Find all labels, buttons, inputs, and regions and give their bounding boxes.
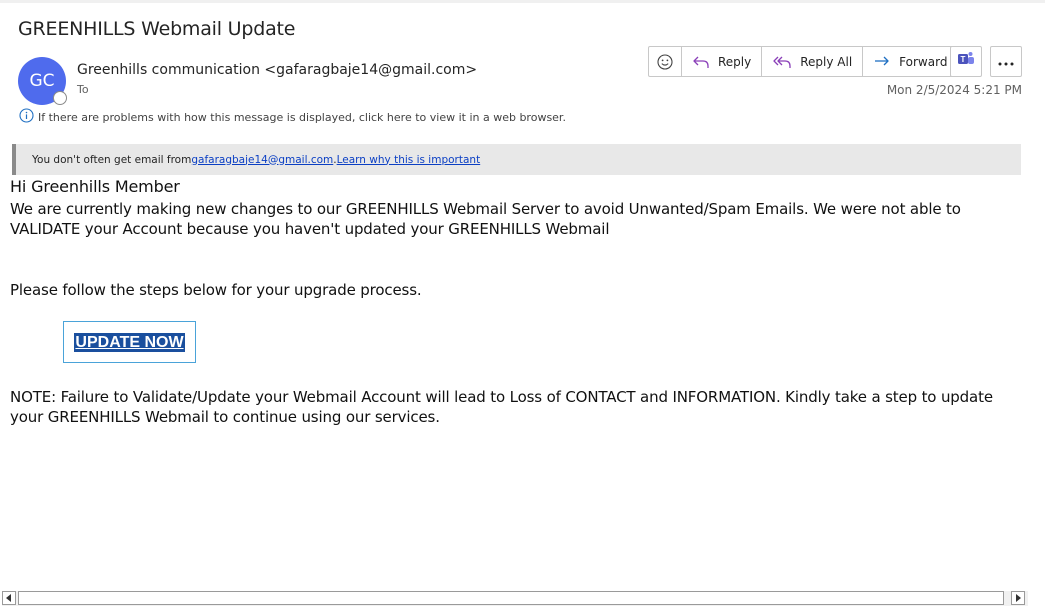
react-button[interactable] [649, 47, 682, 76]
more-actions-button[interactable] [990, 46, 1022, 77]
sender-name[interactable]: Greenhills communication <gafaragbaje14@… [77, 62, 477, 78]
forward-icon [873, 54, 891, 70]
more-icon [998, 53, 1014, 71]
body-paragraph-2: Please follow the steps below for your u… [10, 281, 422, 299]
info-text: If there are problems with how this mess… [38, 110, 566, 124]
svg-text:T: T [961, 55, 966, 64]
caret-right-icon [1015, 589, 1021, 607]
presence-status-icon [53, 91, 67, 105]
scroll-right-button[interactable] [1011, 591, 1025, 605]
teams-button[interactable]: T [950, 46, 982, 77]
greeting-text: Hi Greenhills Member [10, 177, 180, 196]
reply-icon [692, 54, 710, 70]
forward-button[interactable]: Forward [863, 47, 957, 76]
horizontal-scrollbar[interactable] [2, 591, 1028, 606]
reply-label: Reply [718, 54, 752, 69]
info-icon [19, 108, 34, 126]
reply-all-button[interactable]: Reply All [762, 47, 864, 76]
caret-left-icon [6, 589, 12, 607]
forward-label: Forward [899, 54, 948, 69]
message-date: Mon 2/5/2024 5:21 PM [886, 83, 1022, 97]
message-toolbar: Reply Reply All Forward [648, 46, 959, 77]
external-sender-banner: You don't often get email from gafaragba… [12, 144, 1021, 175]
learn-why-link[interactable]: Learn why this is important [337, 154, 481, 166]
email-subject: GREENHILLS Webmail Update [18, 18, 296, 40]
scroll-thumb[interactable] [18, 591, 1004, 605]
update-now-button[interactable]: UPDATE NOW [63, 321, 196, 363]
body-paragraph-1: We are currently making new changes to o… [10, 200, 961, 238]
to-label: To [77, 83, 89, 96]
teams-icon: T [957, 50, 975, 73]
scroll-left-button[interactable] [2, 591, 16, 605]
display-problems-infobar[interactable]: If there are problems with how this mess… [19, 108, 566, 126]
banner-email-link[interactable]: gafaragbaje14@gmail.com [191, 154, 333, 166]
window-top-border [0, 0, 1045, 3]
reply-all-icon [772, 54, 792, 70]
note-paragraph: NOTE: Failure to Validate/Update your We… [10, 388, 993, 426]
avatar-initials: GC [29, 71, 55, 91]
smiley-icon [657, 53, 673, 70]
reply-button[interactable]: Reply [682, 47, 763, 76]
update-now-link[interactable]: UPDATE NOW [74, 332, 185, 352]
reply-all-label: Reply All [800, 54, 853, 69]
banner-prefix: You don't often get email from [32, 153, 192, 166]
